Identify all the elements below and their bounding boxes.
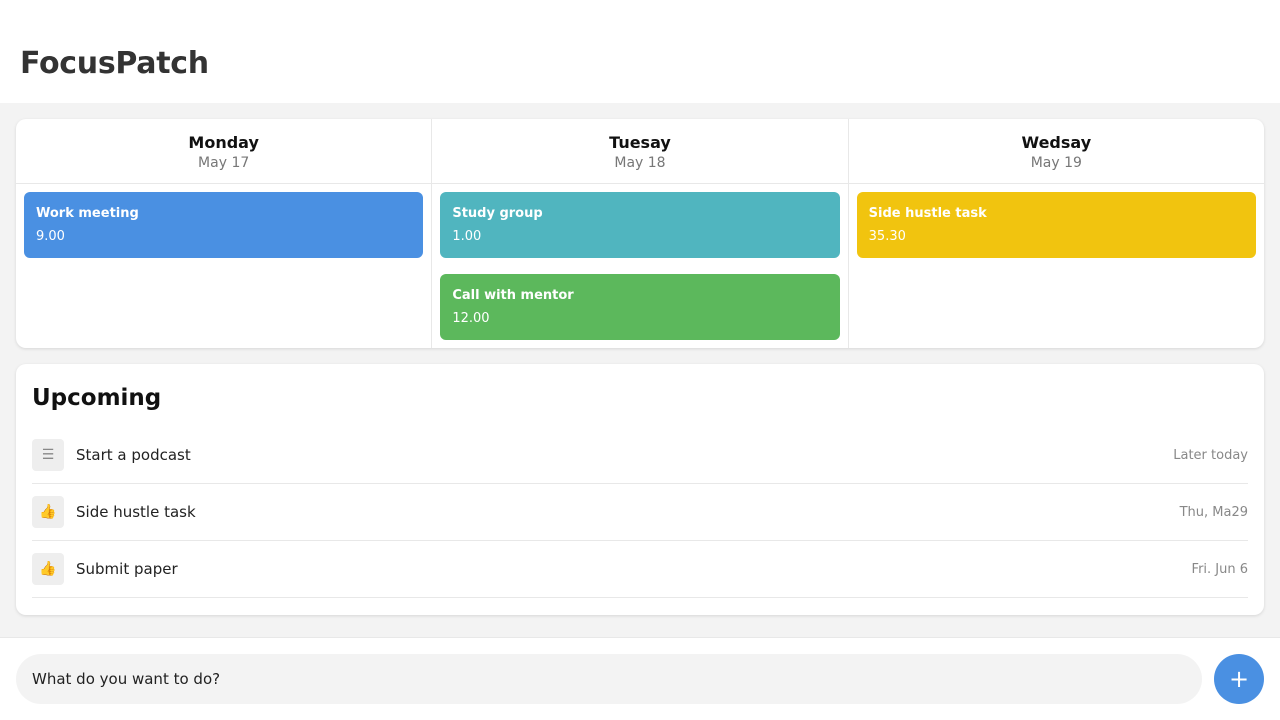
day-header: Tuesay May 18: [432, 119, 848, 184]
upcoming-panel: Upcoming ☰ Start a podcast Later today 👍…: [16, 364, 1264, 615]
app-title: FocusPatch: [20, 46, 209, 81]
event-card-work-meeting[interactable]: Work meeting 9.00: [24, 192, 424, 258]
day-name: Monday: [188, 133, 259, 152]
upcoming-item-when: Thu, Ma29: [1179, 504, 1248, 520]
upcoming-item-label: Submit paper: [76, 560, 178, 578]
day-events: Work meeting 9.00: [16, 184, 431, 258]
event-title: Study group: [452, 206, 543, 221]
day-date: May 19: [1030, 155, 1082, 171]
upcoming-item[interactable]: 👍 Side hustle task Thu, Ma29: [32, 484, 1248, 541]
upcoming-item[interactable]: ☰ Start a podcast Later today: [32, 427, 1248, 484]
task-input[interactable]: [16, 654, 1202, 704]
event-card-side-hustle-task[interactable]: Side hustle task 35.30: [856, 192, 1256, 258]
event-title: Work meeting: [36, 206, 139, 221]
event-time: 1.00: [452, 229, 482, 244]
upcoming-item-when: Later today: [1173, 447, 1248, 463]
day-name: Tuesay: [609, 133, 671, 152]
event-title: Call with mentor: [452, 288, 574, 303]
thumbs-up-icon: 👍: [32, 553, 64, 585]
upcoming-item[interactable]: 👍 Submit paper Fri. Jun 6: [32, 541, 1248, 598]
upcoming-item-when: Fri. Jun 6: [1191, 561, 1248, 577]
upcoming-title: Upcoming: [32, 385, 162, 411]
event-time: 35.30: [868, 229, 906, 244]
event-title: Side hustle task: [868, 206, 987, 221]
day-name: Wedsay: [1021, 133, 1092, 152]
event-card-study-group[interactable]: Study group 1.00: [440, 192, 840, 258]
event-time: 9.00: [36, 229, 65, 244]
upcoming-item-label: Start a podcast: [76, 446, 191, 464]
week-calendar: Monday May 17 Work meeting 9.00 Tuesay M…: [16, 119, 1264, 348]
event-time: 12.00: [452, 311, 490, 326]
day-column-wednesday: Wedsay May 19 Side hustle task 35.30: [848, 119, 1264, 348]
event-card-call-with-mentor[interactable]: Call with mentor 12.00: [440, 274, 840, 340]
thumbs-up-icon: 👍: [32, 496, 64, 528]
day-header: Monday May 17: [16, 119, 432, 184]
day-column-monday: Monday May 17 Work meeting 9.00: [16, 119, 433, 348]
upcoming-item-label: Side hustle task: [76, 503, 196, 521]
day-events: Side hustle task 35.30: [849, 184, 1264, 258]
day-date: May 18: [614, 155, 666, 171]
day-column-tuesday: Tuesay May 18 Study group 1.00 Call with…: [432, 119, 849, 348]
composer-bar: +: [0, 637, 1280, 720]
list-icon: ☰: [32, 439, 64, 471]
day-header: Wedsay May 19: [848, 119, 1264, 184]
app-header: FocusPatch: [0, 0, 1280, 103]
day-date: May 17: [198, 155, 250, 171]
add-button[interactable]: +: [1214, 654, 1264, 704]
day-events: Study group 1.00 Call with mentor 12.00: [432, 184, 847, 340]
